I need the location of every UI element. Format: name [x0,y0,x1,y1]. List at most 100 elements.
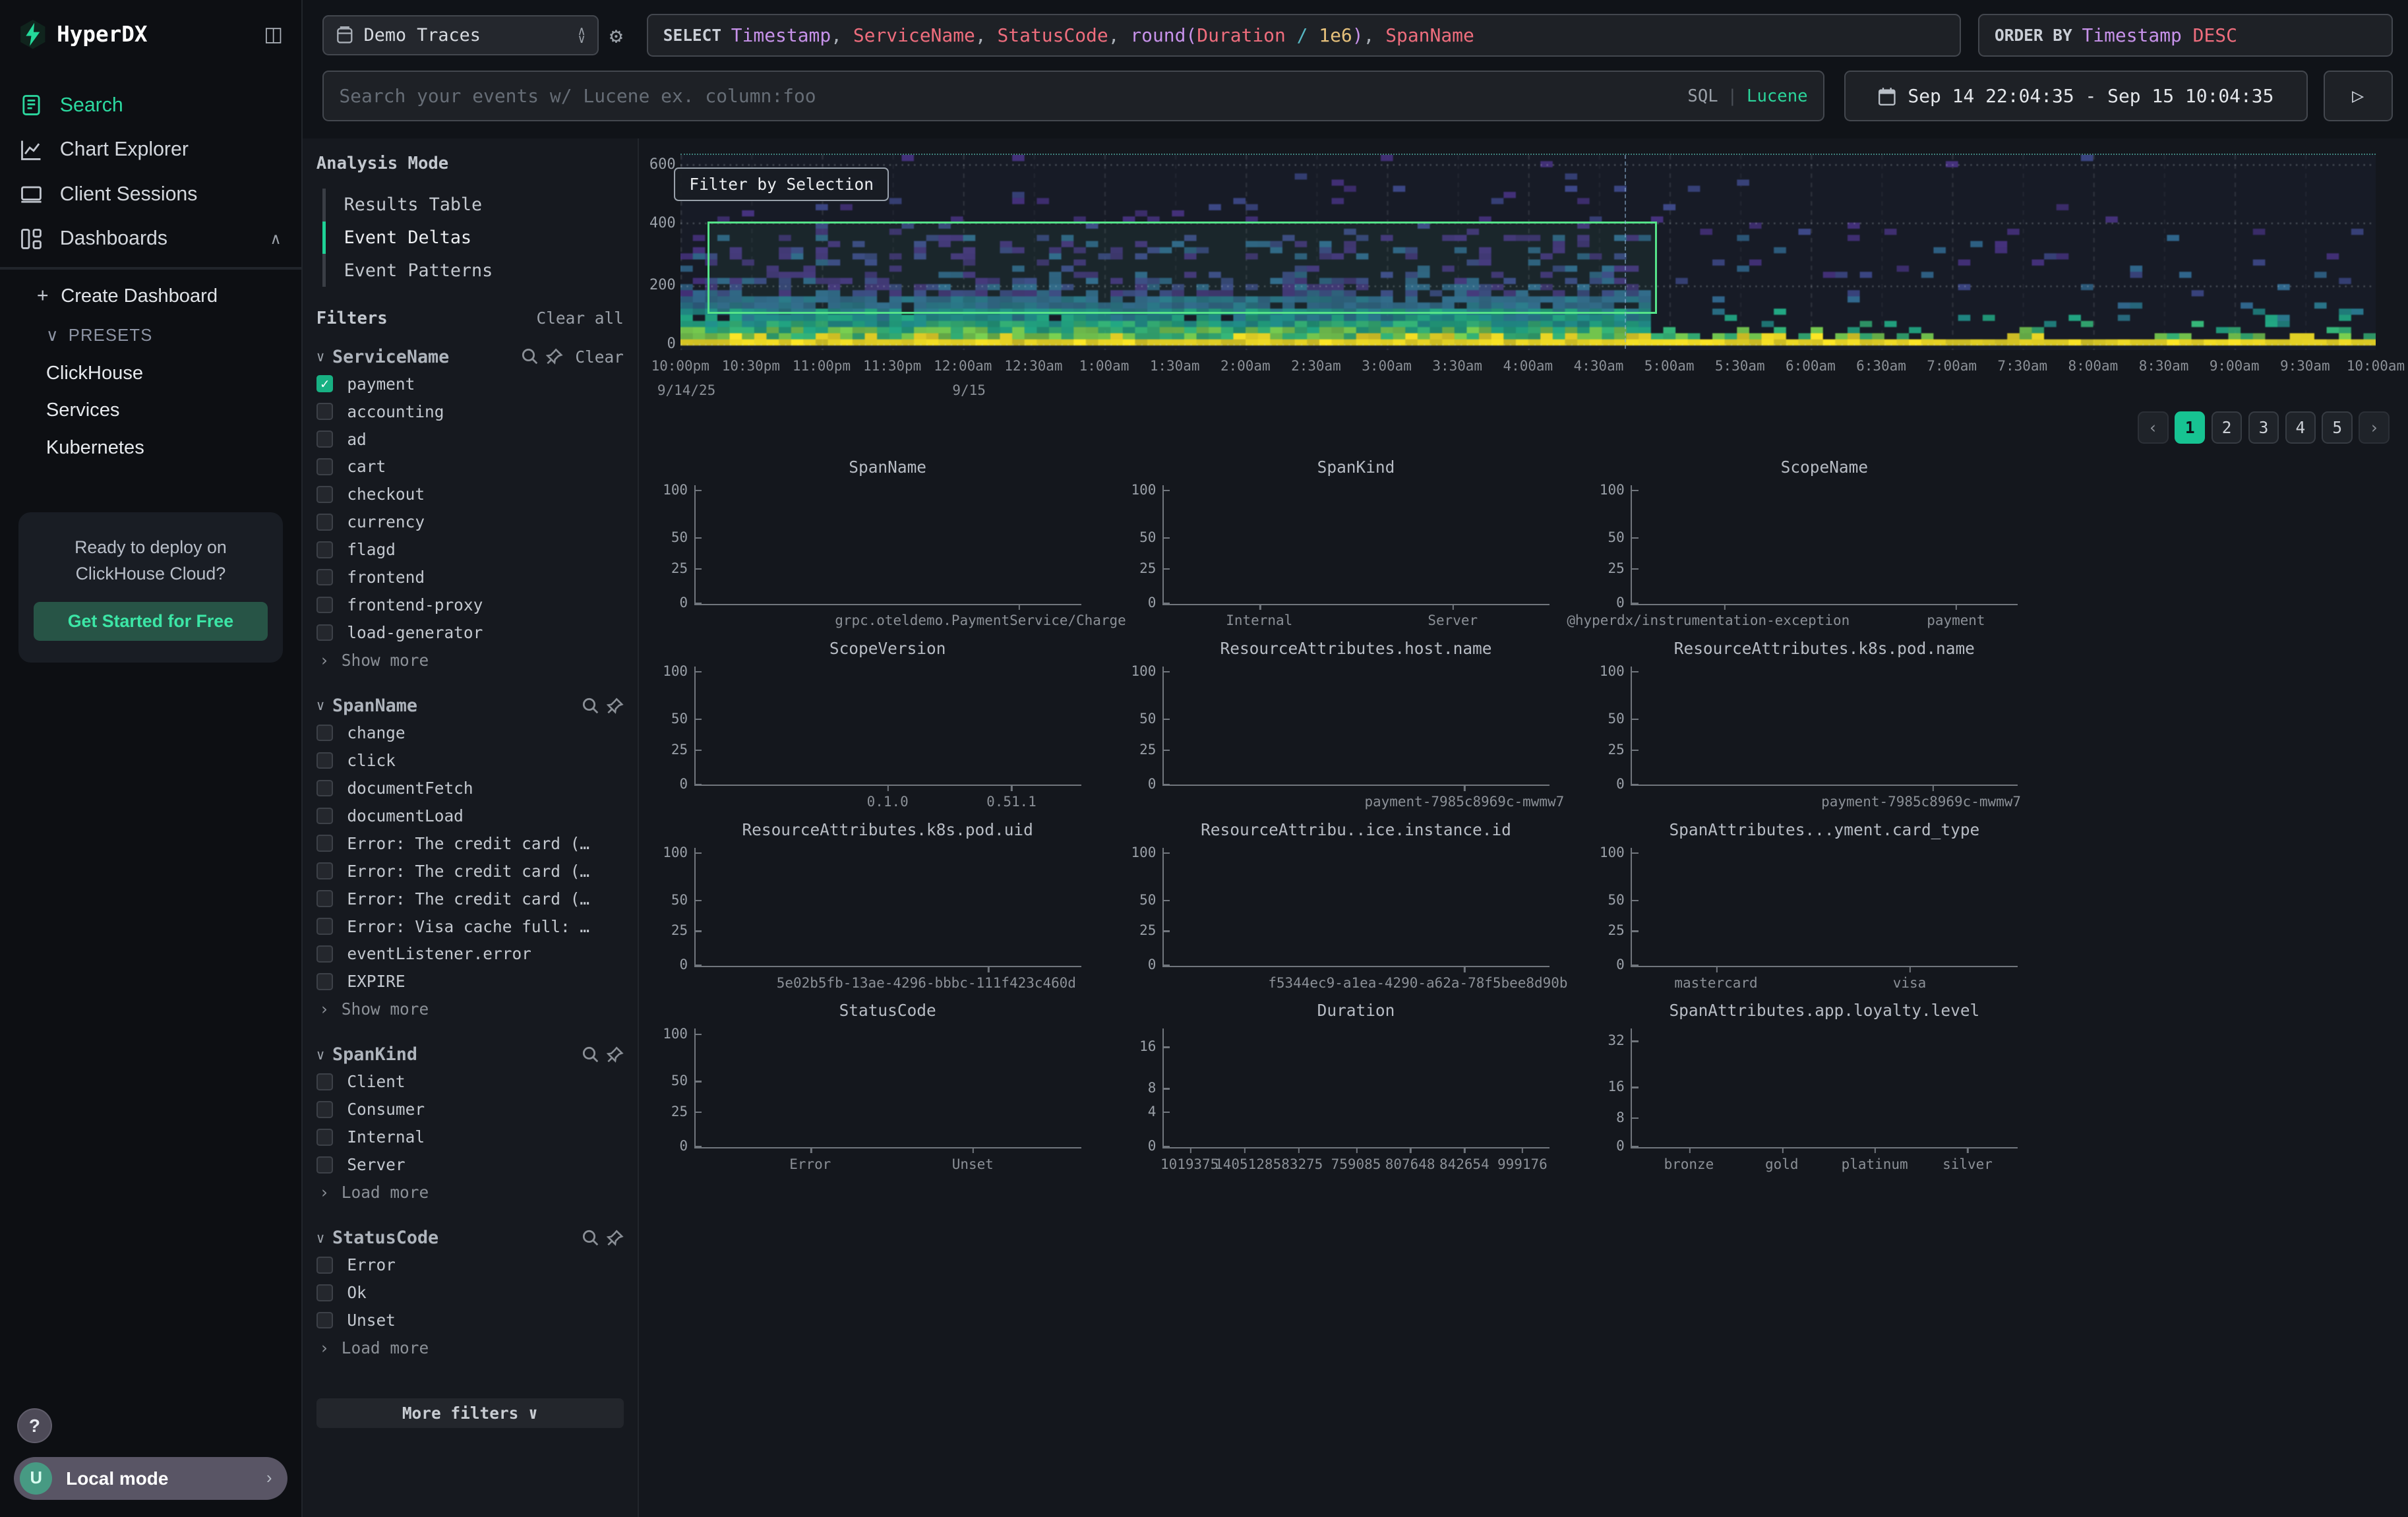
chevron-down-icon[interactable]: ∨ [316,1230,325,1246]
checkbox-unchecked[interactable] [316,1129,334,1146]
sidebar-item-search[interactable]: Search [0,83,301,128]
analysis-mode-results-table[interactable]: Results Table [319,189,623,222]
filter-option-servicename[interactable]: frontend [316,564,624,591]
search-icon[interactable] [522,348,539,365]
lang-toggle-lucene[interactable]: Lucene [1747,86,1808,106]
checkbox-unchecked[interactable] [316,541,334,558]
heatmap-selection-region[interactable] [707,222,1657,314]
pin-icon[interactable] [607,1046,624,1063]
gear-icon[interactable]: ⚙ [610,23,623,48]
checkbox-unchecked[interactable] [316,514,334,531]
filter-option-statuscode[interactable]: Unset [316,1307,624,1334]
filter-option-servicename[interactable]: frontend-proxy [316,591,624,619]
filter-option-servicename[interactable]: cart [316,453,624,481]
filter-option-spanname[interactable]: Error: Visa cache full: … [316,912,624,940]
checkbox-unchecked[interactable] [316,1312,334,1329]
checkbox-unchecked[interactable] [316,1073,334,1090]
filter-option-spanname[interactable]: Error: The credit card (… [316,829,624,857]
pagination-page-1[interactable]: 1 [2175,411,2206,444]
chevron-down-icon[interactable]: ∨ [316,349,325,365]
checkbox-unchecked[interactable] [316,403,334,420]
checkbox-unchecked[interactable] [316,569,334,586]
pin-icon[interactable] [607,1230,624,1247]
checkbox-unchecked[interactable] [316,752,334,769]
filter-option-servicename[interactable]: checkout [316,481,624,508]
filter-option-servicename[interactable]: load-generator [316,619,624,647]
filter-group-more-button[interactable]: ›Show more [316,646,624,674]
create-dashboard-button[interactable]: +Create Dashboard [0,276,301,316]
sidebar-item-chart-explorer[interactable]: Chart Explorer [0,127,301,172]
sql-select-editor[interactable]: SELECT Timestamp, ServiceName, StatusCod… [647,14,1962,57]
search-input[interactable] [339,85,1687,107]
filter-option-spankind[interactable]: Consumer [316,1096,624,1123]
filter-group-clear-button[interactable]: Clear [575,347,624,367]
search-icon[interactable] [582,1230,599,1247]
more-filters-button[interactable]: More filters ∨ [316,1398,624,1427]
checkbox-unchecked[interactable] [316,725,334,742]
checkbox-unchecked[interactable] [316,780,334,797]
pin-icon[interactable] [546,348,563,365]
filter-option-statuscode[interactable]: Ok [316,1279,624,1307]
checkbox-unchecked[interactable] [316,458,334,475]
clear-all-filters-button[interactable]: Clear all [536,309,623,328]
pagination-page-2[interactable]: 2 [2212,411,2242,444]
preset-dashboard-clickhouse[interactable]: ClickHouse [0,355,301,392]
sidebar-collapse-icon[interactable]: ◫ [264,23,283,46]
sql-orderby-editor[interactable]: ORDER BY Timestamp DESC [1978,14,2393,57]
filter-option-spankind[interactable]: Server [316,1151,624,1179]
time-range-picker[interactable]: Sep 14 22:04:35 - Sep 15 10:04:35 [1844,71,2308,121]
filter-option-servicename[interactable]: ✓payment [316,370,624,398]
filter-option-servicename[interactable]: ad [316,425,624,453]
filter-option-spanname[interactable]: eventListener.error [316,940,624,968]
preset-dashboard-kubernetes[interactable]: Kubernetes [0,429,301,466]
search-icon[interactable] [582,1046,599,1063]
checkbox-unchecked[interactable] [316,486,334,503]
filter-option-servicename[interactable]: flagd [316,536,624,564]
pagination-next-button[interactable]: › [2359,411,2390,444]
filter-option-spanname[interactable]: Error: The credit card (… [316,885,624,912]
pagination-prev-button[interactable]: ‹ [2138,411,2169,444]
checkbox-unchecked[interactable] [316,1101,334,1118]
checkbox-unchecked[interactable] [316,1284,334,1301]
checkbox-unchecked[interactable] [316,862,334,879]
preset-dashboard-services[interactable]: Services [0,392,301,429]
checkbox-unchecked[interactable] [316,597,334,614]
chevron-down-icon[interactable]: ∨ [316,1047,325,1063]
pagination-page-5[interactable]: 5 [2322,411,2353,444]
help-button[interactable]: ? [17,1408,53,1444]
source-select[interactable]: Demo Traces ∧∨ [322,15,599,55]
checkbox-unchecked[interactable] [316,431,334,448]
pin-icon[interactable] [607,698,624,715]
checkbox-unchecked[interactable] [316,918,334,935]
sidebar-item-dashboards[interactable]: Dashboards∧ [0,216,301,261]
checkbox-unchecked[interactable] [316,1156,334,1174]
checkbox-unchecked[interactable] [316,1257,334,1274]
filter-option-spankind[interactable]: Internal [316,1123,624,1151]
checkbox-unchecked[interactable] [316,973,334,990]
filter-group-more-button[interactable]: ›Load more [316,1334,624,1362]
pagination-page-4[interactable]: 4 [2285,411,2316,444]
checkbox-unchecked[interactable] [316,808,334,825]
filter-option-spanname[interactable]: Error: The credit card (… [316,857,624,885]
filter-option-spanname[interactable]: documentLoad [316,802,624,829]
chevron-down-icon[interactable]: ∨ [316,698,325,713]
filter-option-spanname[interactable]: click [316,747,624,775]
filter-option-spanname[interactable]: documentFetch [316,774,624,802]
pagination-page-3[interactable]: 3 [2248,411,2279,444]
checkbox-unchecked[interactable] [316,945,334,963]
local-mode-button[interactable]: U Local mode › [14,1457,287,1500]
checkbox-unchecked[interactable] [316,835,334,852]
sidebar-item-client-sessions[interactable]: Client Sessions [0,172,301,217]
checkbox-unchecked[interactable] [316,624,334,641]
filter-group-more-button[interactable]: ›Load more [316,1179,624,1206]
heatmap-plot[interactable] [680,154,2376,349]
presets-toggle[interactable]: ∨PRESETS [0,316,301,355]
filter-option-spanname[interactable]: EXPIRE [316,968,624,996]
checkbox-unchecked[interactable] [316,890,334,907]
analysis-mode-event-deltas[interactable]: Event Deltas [319,222,623,254]
filter-option-spanname[interactable]: change [316,719,624,747]
filter-option-servicename[interactable]: currency [316,508,624,536]
analysis-mode-event-patterns[interactable]: Event Patterns [319,254,623,287]
run-query-button[interactable]: ▷ [2324,71,2393,121]
filter-option-spankind[interactable]: Client [316,1068,624,1096]
